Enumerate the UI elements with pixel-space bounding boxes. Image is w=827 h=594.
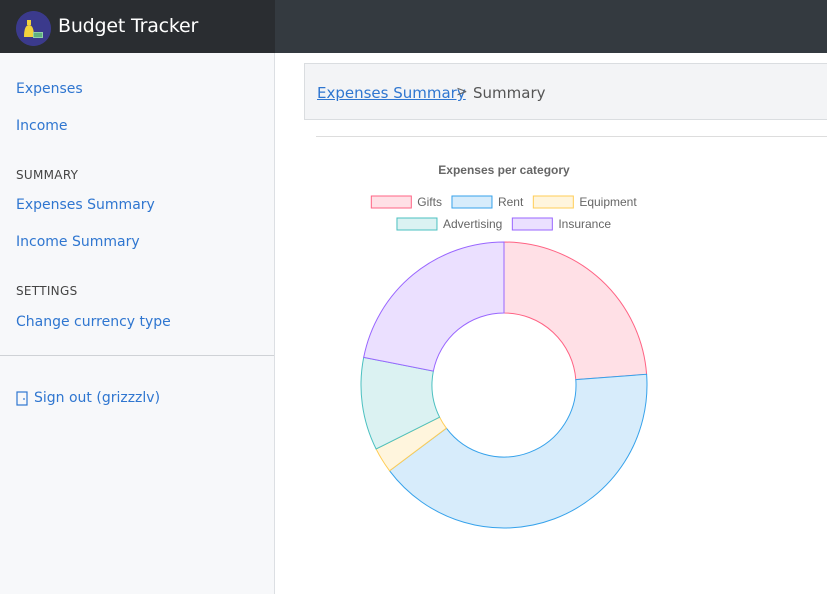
sidebar-item-income[interactable]: Income [16,118,68,134]
chart-slices [360,241,648,529]
app-logo-icon [16,11,51,46]
legend-swatch-rent[interactable] [451,195,493,209]
legend-label-insurance[interactable]: Insurance [558,217,611,231]
slice-gifts[interactable] [503,241,648,381]
sidebar-item-expenses-summary[interactable]: Expenses Summary [16,197,155,213]
expenses-chart[interactable]: Expenses per category Gifts Rent Equipment… [316,150,696,550]
signout-link[interactable]: Sign out (grizzzlv) [16,390,160,406]
sidebar-item-change-currency[interactable]: Change currency type [16,314,171,330]
app-title: Budget Tracker [58,15,199,37]
legend-swatch-equipment[interactable] [532,195,574,209]
legend-label-equipment[interactable]: Equipment [579,195,637,209]
breadcrumb: Expenses Summary > Summary [304,63,827,120]
content-divider [316,136,827,137]
sidebar-item-income-summary[interactable]: Income Summary [16,234,140,250]
chart-canvas: Expenses per category Gifts Rent Equipment… [360,163,648,529]
slice-insurance[interactable] [363,241,505,372]
brand[interactable]: Budget Tracker [0,0,275,53]
sidebar: Expenses Income SUMMARY Expenses Summary… [0,53,275,594]
legend-swatch-insurance[interactable] [511,217,553,231]
legend-swatch-advertising[interactable] [396,217,438,231]
sidebar-heading-summary: SUMMARY [16,168,79,182]
breadcrumb-link-expenses-summary[interactable]: Expenses Summary [317,84,466,102]
legend-label-gifts[interactable]: Gifts [417,195,442,209]
sidebar-item-expenses[interactable]: Expenses [16,81,83,97]
door-icon [16,390,28,406]
top-navbar: Budget Tracker [0,0,827,53]
legend-label-rent[interactable]: Rent [498,195,524,209]
signout-label: Sign out (grizzzlv) [34,390,161,406]
chart-title: Expenses per category [438,163,570,177]
breadcrumb-separator: > [456,84,468,100]
legend-label-advertising[interactable]: Advertising [443,217,502,231]
breadcrumb-current: Summary [473,84,546,102]
legend-swatch-gifts[interactable] [370,195,412,209]
sidebar-heading-settings: SETTINGS [16,284,78,298]
chart-legend: Gifts Rent Equipment Advertising Insurance [370,195,637,231]
sidebar-divider [0,355,274,356]
